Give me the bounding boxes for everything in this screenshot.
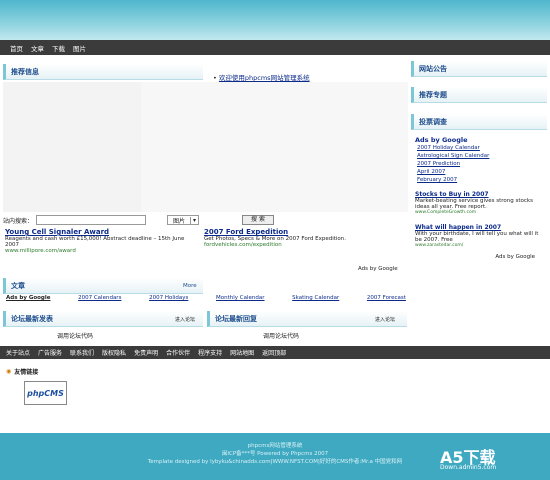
articles-link-row: Ads by Google 2007 Calendars 2007 Holida…: [6, 295, 406, 301]
side-notice-title: 网站公告: [411, 61, 547, 77]
articles-link-1[interactable]: 2007 Calendars: [78, 295, 121, 301]
articles-link-3[interactable]: Monthly Calendar: [216, 295, 265, 301]
nav-item-download[interactable]: 下载: [52, 43, 65, 53]
side-ads: Ads by Google 2007 Holiday Calendar Astr…: [415, 136, 545, 260]
phpcms-logo-text: phpCMS: [27, 388, 64, 398]
friend-links-header: ◉ 友情链接: [6, 367, 38, 376]
ad-top-1-text: Reagents and cash worth £15,000! Abstrac…: [5, 236, 185, 248]
forum-reply-enter[interactable]: 进入论坛: [375, 316, 395, 323]
side-ad2-url: www.zarastedar.com/: [415, 243, 464, 248]
recommend-image-area: [3, 82, 141, 212]
ad-top-1-url: www.millipore.com/award: [5, 248, 76, 254]
side-ad-link-1[interactable]: Astrological Sign Calendar: [417, 153, 489, 159]
side-special-title: 推荐专题: [411, 87, 547, 103]
header-banner: [0, 0, 550, 40]
search-input[interactable]: [36, 215, 147, 225]
sidebar: 网站公告 推荐专题 投票调查 Ads by Google 2007 Holida…: [411, 58, 547, 340]
ad-top-2-title[interactable]: 2007 Ford Expedition: [204, 228, 288, 236]
ad-top-1[interactable]: Young Cell Signaler Award Reagents and c…: [5, 228, 200, 254]
side-ad2-text: With your birthdate, I will tell you wha…: [415, 231, 539, 243]
main-column: 推荐信息 • 欢迎使用phpcms网站管理系统 站内搜索： 图片 ▾ 搜 索 Y…: [3, 58, 408, 340]
forum-new-title: 论坛最新发表: [3, 311, 203, 327]
search-bar: 站内搜索： 图片 ▾ 搜 索: [3, 215, 274, 225]
forum-new-enter[interactable]: 进入论坛: [175, 316, 195, 323]
footer-nav-8[interactable]: 返回顶部: [262, 348, 286, 357]
footer-nav-2[interactable]: 联系我们: [70, 348, 94, 357]
side-ad-link-3[interactable]: April 2007: [417, 169, 445, 175]
footer-nav: 关于站点 广告服务 联系我们 版权隐私 免责声明 合作伙伴 程序支持 网站地图 …: [0, 346, 550, 359]
forum-new-code: 调用论坛代码: [57, 333, 94, 340]
nav-item-image[interactable]: 图片: [73, 43, 86, 53]
articles-link-0[interactable]: Ads by Google: [6, 295, 50, 301]
footer-nav-3[interactable]: 版权隐私: [102, 348, 126, 357]
articles-title: 文章: [3, 278, 203, 294]
recommend-panel: [141, 82, 408, 212]
recommend-title: 推荐信息: [3, 64, 203, 80]
articles-link-4[interactable]: Skating Calendar: [292, 295, 339, 301]
footer-nav-1[interactable]: 广告服务: [38, 348, 62, 357]
ad-top-2[interactable]: 2007 Ford Expedition Get Photos, Specs &…: [204, 228, 404, 248]
footer-nav-0[interactable]: 关于站点: [6, 348, 30, 357]
side-ad1-url: www.CompleteGrowth.com: [415, 210, 477, 215]
side-ads-title[interactable]: Ads by Google: [415, 136, 545, 144]
nav-item-article[interactable]: 文章: [31, 43, 44, 53]
ad-top-1-title[interactable]: Young Cell Signaler Award: [5, 228, 109, 236]
link-bullet-icon: ◉: [6, 368, 12, 375]
forum-reply-code: 调用论坛代码: [263, 333, 300, 340]
footer-nav-6[interactable]: 程序支持: [198, 348, 222, 357]
side-ad-link-4[interactable]: February 2007: [417, 177, 457, 183]
side-ad2-title[interactable]: What will happen in 2007: [415, 224, 501, 231]
side-ad1-text: Market-beating service gives strong stoc…: [415, 198, 533, 210]
footer-nav-5[interactable]: 合作伙伴: [166, 348, 190, 357]
recommend-link[interactable]: • 欢迎使用phpcms网站管理系统: [213, 72, 310, 82]
ad-top-2-url: fordvehicles.com/expedition: [204, 242, 282, 248]
footer-nav-7[interactable]: 网站地图: [230, 348, 254, 357]
search-label: 站内搜索：: [3, 217, 34, 225]
ads-by-google-top[interactable]: Ads by Google: [358, 266, 398, 272]
recommend-link-text[interactable]: 欢迎使用phpcms网站管理系统: [219, 74, 310, 82]
phpcms-logo[interactable]: phpCMS: [24, 381, 67, 405]
search-type-select[interactable]: 图片 ▾: [167, 215, 200, 225]
friend-links-title: 友情链接: [14, 369, 39, 376]
nav-item-home[interactable]: 首页: [10, 43, 23, 53]
footer-nav-4[interactable]: 免责声明: [134, 348, 158, 357]
watermark-url: Down.admin5.com: [440, 464, 497, 471]
articles-link-2[interactable]: 2007 Holidays: [149, 295, 188, 301]
side-ads-by-google[interactable]: Ads by Google: [415, 254, 545, 260]
side-ad-link-0[interactable]: 2007 Holiday Calendar: [417, 145, 480, 151]
chevron-down-icon: ▾: [190, 216, 198, 224]
articles-more-link[interactable]: More: [183, 283, 197, 289]
side-ad1-title[interactable]: Stocks to Buy in 2007: [415, 191, 489, 198]
side-vote-title: 投票调查: [411, 114, 547, 130]
articles-link-5[interactable]: 2007 Forecast: [367, 295, 406, 301]
side-ad-link-2[interactable]: 2007 Prediction: [417, 161, 460, 167]
search-select-value: 图片: [173, 217, 186, 225]
top-nav: 首页 文章 下载 图片: [0, 40, 550, 55]
search-button[interactable]: 搜 索: [242, 215, 274, 225]
